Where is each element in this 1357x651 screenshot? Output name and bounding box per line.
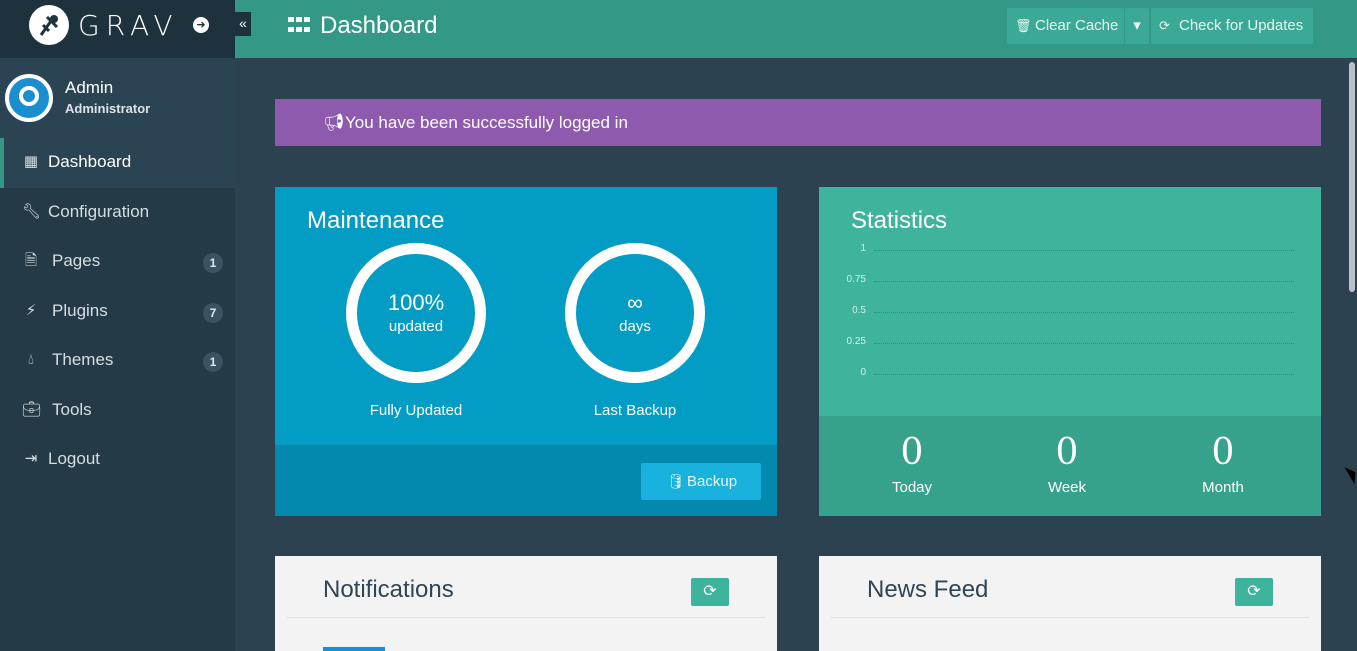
sidebar-item-label: Tools [52, 399, 92, 419]
clear-cache-button[interactable]: 🗑︎ Clear Cache [1007, 8, 1124, 44]
clear-cache-dropdown-button[interactable]: ▾ [1125, 8, 1149, 44]
sidebar-item-dashboard[interactable]: ▦ Dashboard [0, 138, 235, 188]
wrench-icon: 🔧︎ [22, 202, 42, 220]
sidebar-item-label: Pages [52, 251, 101, 270]
sidebar-item-label: Logout [48, 449, 100, 468]
backup-button[interactable]: 🛢︎ Backup [641, 463, 761, 500]
sidebar-item-pages[interactable]: 🗎 Pages 1 [0, 237, 235, 287]
plug-icon: ⚡︎ [25, 301, 37, 319]
updated-unit: updated [388, 318, 444, 335]
y-tick: 0.75 [846, 274, 866, 285]
grid-line [874, 343, 1294, 344]
briefcase-icon: 💼︎ [22, 400, 42, 418]
today-value: 0 [900, 432, 924, 473]
check-updates-label: Check for Updates [1179, 17, 1304, 34]
today-label: Today [891, 479, 933, 496]
grid-line [874, 281, 1294, 282]
login-success-alert: 📢︎ You have been successfully logged in [275, 99, 1321, 146]
notifications-panel: Notifications ⟳ [275, 556, 777, 651]
themes-count-badge: 1 [203, 352, 223, 372]
y-tick: 0 [860, 367, 866, 378]
sidebar-item-tools[interactable]: 💼︎ Tools [0, 386, 235, 436]
grav-logo-icon[interactable] [29, 5, 69, 45]
sign-out-icon: ⇥ [24, 450, 38, 467]
sidebar-item-label: Plugins [52, 300, 108, 320]
notifications-refresh-button[interactable]: ⟳ [691, 578, 729, 606]
clear-cache-label: Clear Cache [1035, 17, 1119, 34]
sidebar-nav: ▦ Dashboard 🔧︎ Configuration 🗎 Pages 1 ⚡… [0, 138, 235, 485]
grid-icon [288, 17, 310, 34]
caret-down-icon: ▾ [1133, 17, 1141, 34]
y-tick: 0.5 [852, 305, 866, 316]
file-icon: 🗎 [24, 252, 38, 269]
tint-icon: 💧︎ [27, 351, 34, 368]
divider [831, 617, 1309, 618]
user-profile[interactable]: Admin Administrator [0, 58, 235, 138]
news-feed-refresh-button[interactable]: ⟳ [1235, 578, 1273, 606]
sidebar-item-label: Dashboard [48, 152, 132, 171]
check-updates-button[interactable]: ⟳ Check for Updates [1151, 8, 1313, 44]
grid-line [874, 374, 1294, 375]
y-tick: 1 [860, 243, 866, 254]
y-tick: 0.25 [846, 336, 866, 347]
trash-icon: 🗑︎ [1015, 18, 1032, 33]
backup-ring: ∞ days [565, 243, 705, 383]
pages-count-badge: 1 [203, 253, 223, 273]
sidebar-item-configuration[interactable]: 🔧︎ Configuration [0, 188, 235, 238]
top-bar: Dashboard 🗑︎ Clear Cache ▾ ⟳ Check for U… [235, 0, 1357, 58]
news-feed-title: News Feed [867, 576, 989, 603]
backup-label: Last Backup [593, 402, 677, 419]
week-label: Week [1047, 479, 1087, 496]
statistics-card: Statistics 1 0.75 0.5 0.25 0 0 Today 0 W… [819, 187, 1321, 516]
backup-unit: days [619, 318, 651, 335]
refresh-icon: ⟳ [1159, 18, 1170, 33]
sidebar-item-themes[interactable]: 💧︎ Themes 1 [0, 336, 235, 386]
sidebar-item-label: Themes [52, 350, 114, 369]
sidebar-item-plugins[interactable]: ⚡︎ Plugins 7 [0, 287, 235, 337]
notifications-title: Notifications [323, 576, 454, 603]
updated-value: 100% [387, 290, 445, 315]
statistics-title: Statistics [851, 207, 948, 234]
sidebar-item-logout[interactable]: ⇥ Logout [0, 435, 235, 485]
database-icon: 🛢︎ [667, 473, 685, 489]
notification-tag [323, 647, 385, 651]
sidebar-item-label: Configuration [48, 201, 150, 221]
bullhorn-icon: 📢︎ [323, 113, 345, 132]
backup-value: ∞ [627, 290, 643, 315]
news-feed-panel: News Feed ⟳ [819, 556, 1321, 651]
grid-line [874, 312, 1294, 313]
grid-line [874, 250, 1294, 251]
grid-icon: ▦ [23, 153, 39, 170]
user-name: Admin [65, 78, 114, 97]
updated-label: Fully Updated [369, 402, 463, 419]
refresh-icon: ⟳ [1247, 583, 1261, 600]
alert-message: You have been successfully logged in [345, 113, 628, 132]
brand-bar: GRAV ➜ [0, 0, 235, 58]
logo-text[interactable]: GRAV [78, 9, 179, 42]
arrow-circle-right-icon[interactable]: ➜ [193, 17, 209, 33]
user-role: Administrator [65, 101, 151, 116]
sidebar: GRAV ➜ Admin Administrator ▦ Dashboard 🔧… [0, 0, 235, 651]
plugins-count-badge: 7 [203, 302, 223, 323]
refresh-icon: ⟳ [703, 583, 717, 600]
avatar[interactable] [5, 74, 53, 122]
backup-button-label: Backup [687, 473, 738, 490]
week-value: 0 [1055, 432, 1079, 473]
maintenance-title: Maintenance [307, 207, 445, 234]
divider [287, 617, 765, 618]
double-chevron-left-icon[interactable]: « [235, 12, 251, 36]
page-title: Dashboard [320, 12, 438, 39]
maintenance-card: Maintenance 100% updated Fully Updated ∞… [275, 187, 777, 516]
scrollbar-thumb[interactable] [1349, 62, 1355, 292]
month-label: Month [1202, 479, 1244, 496]
month-value: 0 [1211, 432, 1235, 473]
updated-ring: 100% updated [346, 243, 486, 383]
